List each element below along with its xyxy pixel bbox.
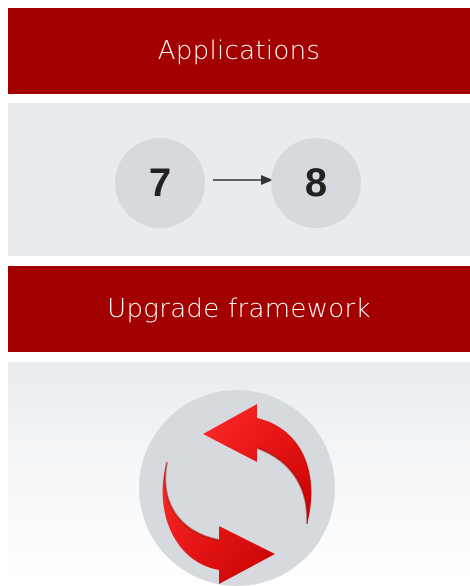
version-from-circle: 7	[115, 138, 205, 228]
sync-panel	[8, 362, 470, 586]
applications-title: Applications	[157, 36, 321, 66]
version-panel: 7 8	[8, 103, 470, 256]
right-arrow-icon	[213, 175, 273, 185]
upgrade-framework-title: Upgrade framework	[107, 294, 371, 324]
applications-banner: Applications	[8, 8, 470, 94]
sync-circle	[139, 390, 335, 586]
upgrade-framework-banner: Upgrade framework	[8, 266, 470, 352]
version-to-circle: 8	[271, 138, 361, 228]
version-from-number: 7	[148, 160, 172, 205]
version-to-number: 8	[304, 160, 328, 205]
sync-arrows-icon	[162, 404, 312, 584]
